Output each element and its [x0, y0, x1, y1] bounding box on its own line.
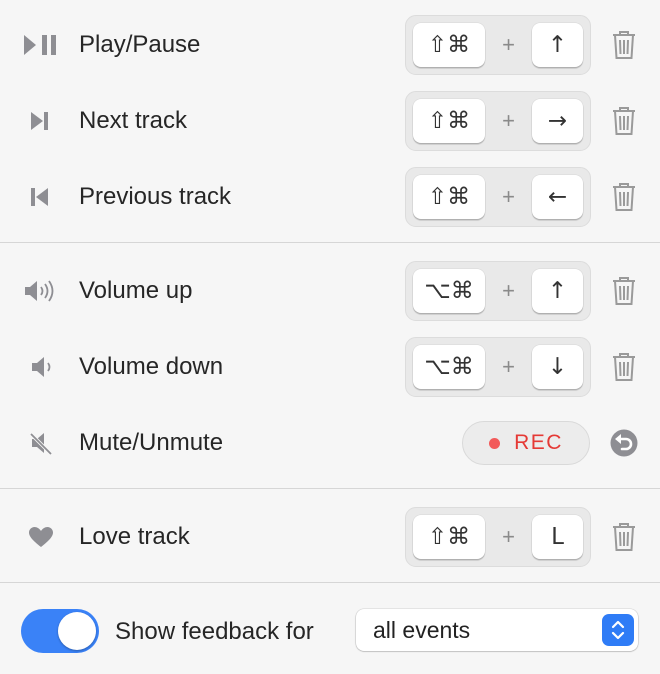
shortcut-recorder[interactable]: ⇧⌘ + →	[405, 91, 591, 151]
shortcut-row-love-track: Love track ⇧⌘ + L	[0, 507, 660, 567]
shortcut-row-volume-down: Volume down ⌥⌘ + ↓	[0, 337, 660, 397]
shortcut-recorder[interactable]: ⇧⌘ + L	[405, 507, 591, 567]
volume-down-icon	[22, 351, 60, 383]
modifier-keys: ⇧⌘	[413, 23, 485, 67]
undo-icon[interactable]	[609, 428, 639, 458]
trash-icon[interactable]	[609, 275, 639, 307]
shortcut-label: Mute/Unmute	[79, 429, 224, 456]
shortcut-label: Previous track	[79, 183, 232, 210]
shortcut-label: Next track	[79, 107, 188, 134]
trash-icon[interactable]	[609, 351, 639, 383]
trash-icon[interactable]	[609, 29, 639, 61]
trash-icon[interactable]	[609, 105, 639, 137]
record-label: REC	[514, 431, 563, 454]
main-key: ↑	[532, 23, 583, 67]
feedback-toggle[interactable]	[21, 609, 99, 653]
plus-sign: +	[502, 108, 515, 133]
mute-icon	[22, 427, 60, 459]
select-stepper-icon	[602, 614, 634, 646]
plus-sign: +	[502, 278, 515, 303]
shortcut-label: Love track	[79, 523, 190, 550]
record-shortcut-button[interactable]: REC	[462, 421, 590, 465]
modifier-keys: ⌥⌘	[413, 345, 485, 389]
next-track-icon	[22, 105, 60, 137]
heart-icon	[22, 521, 60, 553]
shortcuts-panel: Play/Pause ⇧⌘ + ↑ Next track ⇧⌘ + → Prev…	[0, 0, 660, 674]
feedback-settings: Show feedback for all events	[0, 585, 660, 674]
volume-up-icon	[22, 275, 60, 307]
shortcut-recorder[interactable]: ⇧⌘ + ↑	[405, 15, 591, 75]
plus-sign: +	[502, 354, 515, 379]
plus-sign: +	[502, 32, 515, 57]
shortcut-label: Volume up	[79, 277, 193, 304]
section-divider	[0, 582, 660, 583]
main-key: ↑	[532, 269, 583, 313]
modifier-keys: ⇧⌘	[413, 175, 485, 219]
trash-icon[interactable]	[609, 521, 639, 553]
feedback-label: Show feedback for	[115, 618, 314, 645]
toggle-knob	[58, 612, 96, 650]
shortcut-label: Volume down	[79, 353, 224, 380]
previous-track-icon	[22, 181, 60, 213]
main-key: →	[532, 99, 583, 143]
section-divider	[0, 242, 660, 243]
modifier-keys: ⇧⌘	[413, 99, 485, 143]
main-key: L	[532, 515, 583, 559]
modifier-keys: ⇧⌘	[413, 515, 485, 559]
shortcut-row-volume-up: Volume up ⌥⌘ + ↑	[0, 261, 660, 321]
play-pause-icon	[22, 29, 60, 61]
record-dot-icon	[489, 437, 501, 449]
plus-sign: +	[502, 184, 515, 209]
shortcut-recorder[interactable]: ⌥⌘ + ↑	[405, 261, 591, 321]
main-key: ←	[532, 175, 583, 219]
feedback-select[interactable]: all events	[356, 609, 638, 651]
shortcut-row-mute: Mute/Unmute REC	[0, 413, 660, 473]
plus-sign: +	[502, 524, 515, 549]
shortcut-recorder[interactable]: ⇧⌘ + ←	[405, 167, 591, 227]
trash-icon[interactable]	[609, 181, 639, 213]
section-divider	[0, 488, 660, 489]
shortcut-row-next-track: Next track ⇧⌘ + →	[0, 91, 660, 151]
shortcut-row-play-pause: Play/Pause ⇧⌘ + ↑	[0, 15, 660, 75]
modifier-keys: ⌥⌘	[413, 269, 485, 313]
feedback-select-value: all events	[373, 617, 471, 643]
main-key: ↓	[532, 345, 583, 389]
shortcut-row-previous-track: Previous track ⇧⌘ + ←	[0, 167, 660, 227]
shortcut-label: Play/Pause	[79, 31, 201, 58]
shortcut-recorder[interactable]: ⌥⌘ + ↓	[405, 337, 591, 397]
